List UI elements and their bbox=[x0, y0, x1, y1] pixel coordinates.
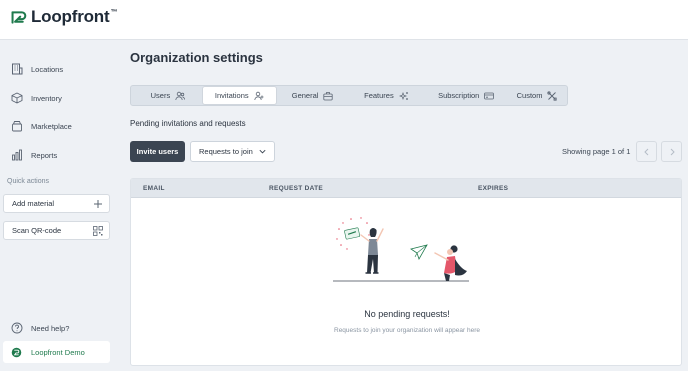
need-help-label: Need help? bbox=[31, 323, 70, 333]
tab-label: Features bbox=[364, 91, 394, 100]
tab-label: Invitations bbox=[214, 91, 249, 100]
sidebar-item-label: Reports bbox=[31, 150, 58, 160]
sparkles-icon bbox=[398, 91, 408, 100]
dropdown-selected-value: Requests to join bbox=[199, 147, 253, 156]
tools-icon bbox=[547, 90, 558, 101]
chevron-right-icon bbox=[670, 148, 675, 155]
chevron-down-icon bbox=[259, 149, 266, 154]
paging-info: Showing page 1 of 1 bbox=[562, 147, 631, 156]
chevron-left-icon bbox=[643, 148, 648, 155]
column-header-expires[interactable]: EXPIRES bbox=[478, 185, 508, 192]
table-header: EMAIL REQUEST DATE EXPIRES bbox=[131, 179, 681, 198]
next-page-button[interactable] bbox=[661, 141, 682, 162]
org-logo-icon bbox=[11, 347, 22, 357]
settings-tabs: Users Invitations General Features Subsc… bbox=[130, 85, 568, 106]
sidebar-item-label: Locations bbox=[31, 64, 64, 74]
empty-state-title: No pending requests! bbox=[364, 309, 450, 319]
box-icon bbox=[11, 92, 23, 104]
tab-label: Subscription bbox=[438, 91, 480, 100]
column-header-request-date[interactable]: REQUEST DATE bbox=[269, 185, 323, 192]
qr-code-icon bbox=[93, 225, 103, 236]
page-title: Organization settings bbox=[130, 50, 263, 65]
bar-chart-icon bbox=[12, 149, 22, 161]
tab-subscription[interactable]: Subscription bbox=[423, 87, 509, 104]
sidebar-item-label: Inventory bbox=[31, 93, 62, 103]
logo[interactable]: Loopfront ™ bbox=[10, 7, 117, 27]
store-icon bbox=[12, 121, 22, 132]
sidebar-item-inventory[interactable]: Inventory bbox=[0, 87, 116, 109]
loopfront-logo-icon bbox=[11, 10, 27, 24]
help-circle-icon bbox=[11, 322, 23, 334]
tab-label: General bbox=[291, 91, 319, 100]
column-header-email[interactable]: EMAIL bbox=[143, 185, 165, 192]
sidebar-item-marketplace[interactable]: Marketplace bbox=[0, 115, 116, 137]
section-subtitle: Pending invitations and requests bbox=[130, 119, 246, 128]
tab-features[interactable]: Features bbox=[350, 87, 424, 104]
tab-general[interactable]: General bbox=[276, 87, 350, 104]
need-help-link[interactable]: Need help? bbox=[0, 318, 116, 338]
previous-page-button[interactable] bbox=[636, 141, 657, 162]
building-icon bbox=[12, 63, 23, 75]
users-icon bbox=[175, 91, 186, 100]
add-material-button[interactable]: Add material bbox=[3, 194, 110, 213]
quick-actions-heading: Quick actions bbox=[7, 178, 50, 185]
user-plus-icon bbox=[254, 91, 264, 100]
scan-qr-code-label: Scan QR-code bbox=[12, 226, 62, 235]
organization-name: Loopfront Demo bbox=[31, 347, 85, 357]
tab-invitations[interactable]: Invitations bbox=[202, 87, 276, 104]
tab-label: Custom bbox=[516, 91, 543, 100]
top-bar: Loopfront ™ bbox=[0, 0, 688, 40]
credit-card-icon bbox=[484, 92, 495, 99]
empty-state-illustration bbox=[333, 217, 469, 282]
brand-name: Loopfront bbox=[31, 7, 110, 26]
organization-switcher[interactable]: Loopfront Demo bbox=[3, 341, 110, 363]
scan-qr-code-button[interactable]: Scan QR-code bbox=[3, 221, 110, 240]
tab-users[interactable]: Users bbox=[133, 87, 203, 104]
empty-state-text: Requests to join your organization will … bbox=[334, 327, 480, 334]
plus-icon bbox=[94, 199, 102, 208]
request-type-dropdown[interactable]: Requests to join bbox=[190, 141, 275, 162]
sidebar: Locations Inventory Marketplace Reports … bbox=[0, 41, 116, 371]
invite-users-button[interactable]: Invite users bbox=[130, 141, 185, 162]
invitations-table: EMAIL REQUEST DATE EXPIRES No pending re… bbox=[130, 178, 682, 366]
trademark: ™ bbox=[110, 8, 118, 16]
add-material-label: Add material bbox=[12, 199, 55, 208]
briefcase-icon bbox=[323, 91, 334, 100]
sidebar-item-label: Marketplace bbox=[31, 121, 72, 131]
tab-custom[interactable]: Custom bbox=[509, 87, 565, 104]
sidebar-item-locations[interactable]: Locations bbox=[0, 58, 116, 80]
sidebar-item-reports[interactable]: Reports bbox=[0, 144, 116, 166]
tab-label: Users bbox=[150, 91, 171, 100]
